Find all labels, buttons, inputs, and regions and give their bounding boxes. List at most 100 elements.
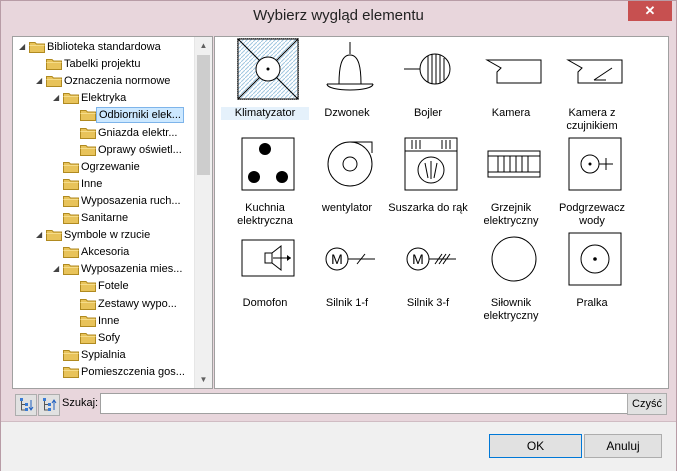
tree-item[interactable]: Ogrzewanie [53, 158, 142, 176]
symbol-label: Kamera [491, 107, 531, 119]
tree-item[interactable]: ◢ Biblioteka standardowa [19, 38, 163, 56]
tree-item-label: Fotele [98, 280, 129, 293]
electric-actuator-icon [491, 236, 537, 282]
tree-item[interactable]: Odbiorniki elek... [70, 106, 184, 124]
folder-icon [29, 41, 45, 54]
symbol-tile[interactable]: M Silnik 1-f [307, 227, 387, 322]
tree-item[interactable]: Sanitarne [53, 209, 130, 227]
tree-item-label: Inne [81, 177, 103, 190]
tree-item[interactable]: Tabelki projektu [36, 55, 142, 73]
expand-arrow-icon[interactable]: ◢ [19, 38, 29, 56]
symbol-tile[interactable]: Klimatyzator [221, 37, 309, 132]
expand-arrow-icon[interactable]: ◢ [36, 72, 46, 90]
symbol-tile[interactable]: Kuchnia elektryczna [225, 132, 305, 227]
tree-item-label: Akcesoria [81, 246, 130, 259]
symbol-tile[interactable]: Pralka [552, 227, 632, 322]
intercom-icon [241, 239, 295, 277]
expand-arrow-icon[interactable]: ◢ [53, 260, 63, 278]
symbol-tile[interactable]: Podgrzewacz wody [552, 132, 632, 227]
fan-icon [327, 141, 373, 187]
folder-icon [63, 212, 79, 225]
tree-item-label: Tabelki projektu [64, 58, 141, 71]
symbol-tile[interactable]: Domofon [225, 227, 305, 322]
symbol-grid: Klimatyzator Dzwonek Bojler Kamera Kamera z … [214, 36, 669, 389]
tree-item-label: Ogrzewanie [81, 160, 140, 173]
clear-button[interactable]: Czyść [627, 393, 667, 415]
symbol-tile[interactable]: Siłownik elektryczny [471, 227, 551, 322]
tree-item-label: Sanitarne [81, 212, 129, 225]
water-heater-icon [568, 137, 622, 191]
tree-item[interactable]: Sypialnia [53, 346, 128, 364]
symbol-tile[interactable]: Kamera [471, 37, 551, 132]
electric-stove-icon [241, 137, 295, 191]
tree-item-label: Biblioteka standardowa [47, 41, 161, 54]
tree-item[interactable]: Inne [70, 312, 121, 330]
folder-icon [80, 298, 96, 310]
scroll-up-arrow-icon[interactable]: ▲ [195, 37, 212, 54]
expand-tree-button[interactable] [15, 394, 37, 416]
folder-icon [46, 229, 62, 242]
close-button[interactable]: ✕ [628, 1, 672, 21]
symbol-label: Dzwonek [324, 107, 370, 119]
scroll-down-arrow-icon[interactable]: ▼ [195, 371, 212, 388]
folder-icon [63, 366, 79, 378]
tree-item-label: Wyposazenia mies... [81, 263, 183, 276]
folder-icon [63, 349, 79, 361]
washing-machine-icon [568, 232, 622, 286]
tree-item[interactable]: Sofy [70, 329, 122, 347]
symbol-tile[interactable]: M Silnik 3-f [388, 227, 468, 322]
symbol-tile[interactable]: Suszarka do rąk [388, 132, 468, 227]
symbol-label: Siłownik elektryczny [483, 297, 539, 322]
symbol-label: Kuchnia elektryczna [237, 202, 293, 227]
air-conditioner-icon [237, 38, 299, 100]
cancel-button[interactable]: Anuluj [584, 434, 662, 458]
symbol-label: Podgrzewacz wody [558, 202, 626, 227]
tree-item[interactable]: ◢ Oznaczenia normowe [36, 72, 172, 90]
collapse-tree-button[interactable] [38, 394, 60, 416]
symbol-label: Suszarka do rąk [388, 202, 468, 214]
symbol-tile[interactable]: wentylator [307, 132, 387, 227]
folder-icon [63, 178, 79, 190]
symbol-label: Silnik 1-f [325, 297, 369, 309]
symbol-tile[interactable]: Kamera z czujnikiem [552, 37, 632, 132]
expand-arrow-icon[interactable]: ◢ [53, 89, 63, 107]
search-bar: Szukaj: Czyść [12, 393, 667, 416]
tree-item[interactable]: Inne [53, 175, 104, 193]
tree-item-label: Inne [98, 314, 120, 327]
window-title: Wybierz wygląd elementu [253, 7, 424, 24]
tree-scrollbar[interactable]: ▲ ▼ [194, 37, 212, 388]
symbol-tile[interactable]: Dzwonek [307, 37, 387, 132]
symbol-label: Klimatyzator [221, 107, 309, 120]
ok-button[interactable]: OK [489, 434, 582, 458]
symbol-tile[interactable]: Grzejnik elektryczny [471, 132, 551, 227]
search-input[interactable] [100, 393, 632, 414]
symbol-tile[interactable]: Bojler [388, 37, 468, 132]
camera-sensor-icon [566, 59, 623, 84]
symbol-label: Silnik 3-f [406, 297, 450, 309]
folder-icon [63, 246, 79, 259]
tree-item-label: Symbole w rzucie [64, 229, 151, 242]
tree-item[interactable]: Gniazda elektr... [70, 124, 180, 142]
tree-item[interactable]: Zestawy wypo... [70, 295, 179, 313]
folder-icon [63, 161, 79, 173]
folder-icon [46, 58, 62, 71]
scroll-thumb[interactable] [197, 55, 210, 175]
motor-letter: M [412, 251, 424, 267]
search-label: Szukaj: [62, 397, 99, 409]
tree-item[interactable]: Oprawy oświetl... [70, 141, 184, 159]
tree-item-label: Oznaczenia normowe [64, 75, 171, 88]
tree-item[interactable]: Pomieszczenia gos... [53, 363, 187, 381]
tree-item[interactable]: ◢ Wyposazenia mies... [53, 260, 184, 278]
tree-item[interactable]: ◢ Elektryka [53, 89, 128, 107]
symbol-label: Grzejnik elektryczny [483, 202, 539, 227]
expand-arrow-icon[interactable]: ◢ [36, 226, 46, 244]
tree-item[interactable]: Fotele [70, 277, 131, 295]
camera-icon [485, 59, 542, 84]
tree-item[interactable]: Wyposazenia ruch... [53, 192, 183, 210]
folder-icon [80, 127, 96, 139]
tree-item[interactable]: Akcesoria [53, 243, 131, 261]
folder-icon [80, 109, 96, 122]
folder-icon [46, 75, 62, 88]
tree-item[interactable]: ◢ Symbole w rzucie [36, 226, 152, 244]
title-bar: Wybierz wygląd elementu ✕ [1, 1, 676, 31]
